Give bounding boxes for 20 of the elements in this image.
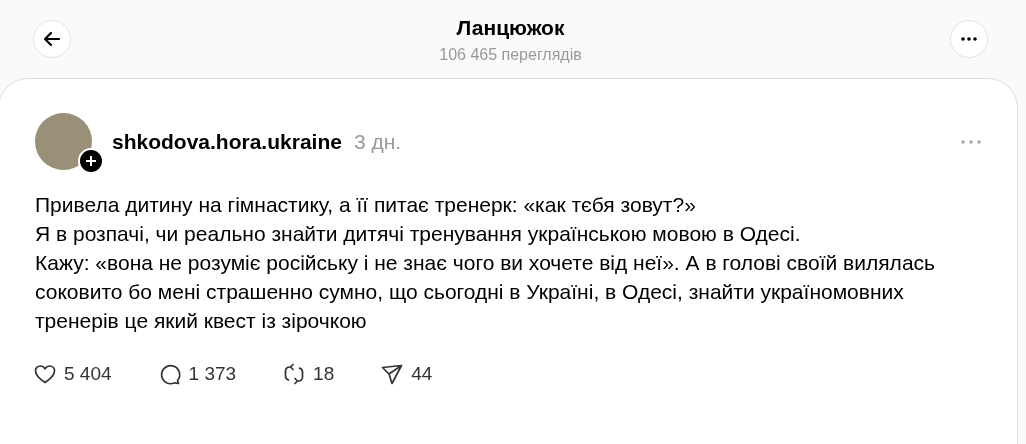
avatar[interactable] xyxy=(35,113,92,170)
back-button[interactable] xyxy=(33,20,71,58)
back-arrow-icon xyxy=(42,29,62,49)
paper-plane-icon xyxy=(380,362,405,386)
username[interactable]: shkodova.hora.ukraine xyxy=(112,129,342,154)
plus-icon xyxy=(85,155,97,167)
thread-title: Ланцюжок xyxy=(456,16,565,40)
view-count: 106 465 переглядів xyxy=(439,46,582,64)
comment-button[interactable]: 1 373 xyxy=(157,362,237,386)
follow-button[interactable] xyxy=(78,148,104,174)
post-paragraph: Привела дитину на гімнастику, а її питає тренерк: «как тєбя зовут?» xyxy=(35,192,697,218)
post-time: 3 дн. xyxy=(353,129,402,154)
share-button[interactable]: 44 xyxy=(380,362,433,386)
post-paragraph: Я в розпачі, чи реально знайти дитячі тренування українською мовою в Одесі. xyxy=(35,221,802,247)
post-paragraph: Кажу: «вона не розуміє російську і не знає чого ви хочете від неї». А в голові своїй вилялась соковито бо мені страшенно сумно, що сьогодні в Україні, в Одесі, знайти україномовних тренерів це який квест із зірочкою xyxy=(35,250,935,334)
more-icon xyxy=(961,37,977,41)
more-options-button[interactable] xyxy=(950,20,988,58)
repost-button[interactable]: 18 xyxy=(282,362,335,386)
like-button[interactable]: 5 404 xyxy=(33,362,112,386)
heart-icon xyxy=(33,362,57,386)
